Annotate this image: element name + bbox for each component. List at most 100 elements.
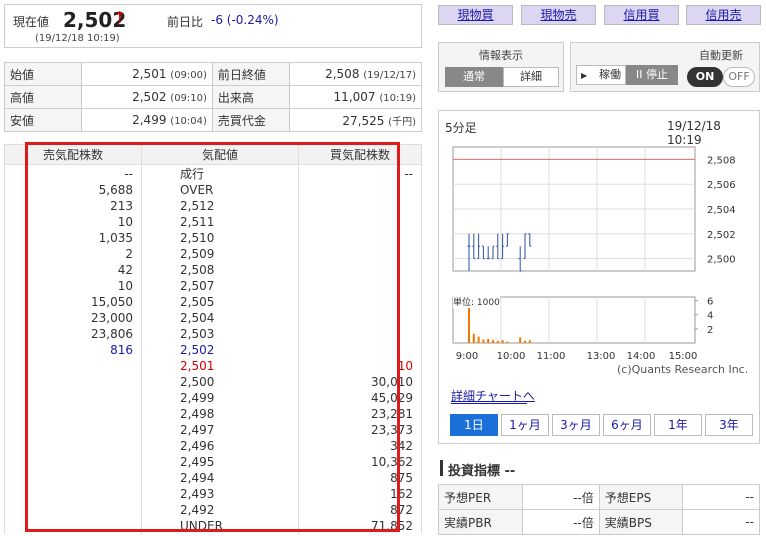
indicator-label: 予想EPS bbox=[598, 484, 684, 510]
price-tick-label: 2,502 bbox=[707, 230, 736, 241]
price-tick-label: 2,508 bbox=[707, 155, 736, 166]
detail-view-button[interactable]: 詳細 bbox=[503, 67, 559, 87]
time-tick-label: 10:00 bbox=[497, 351, 526, 362]
price-cell: 2,502 bbox=[141, 342, 299, 358]
indicator-label: 実績PBR bbox=[438, 509, 523, 535]
cash-buy-button[interactable]: 現物買 bbox=[438, 5, 513, 25]
price-cell: OVER bbox=[141, 182, 299, 198]
price-cell: 2,493 bbox=[141, 486, 299, 502]
table-row: 2,498 23,281 bbox=[4, 406, 422, 422]
price-cell: 2,507 bbox=[141, 278, 299, 294]
table-row: 5,688 OVER bbox=[4, 182, 422, 198]
period-1d-button[interactable]: 1日 bbox=[450, 414, 498, 436]
period-6m-button[interactable]: 6ヶ月 bbox=[603, 414, 651, 436]
table-row: 2,495 10,362 bbox=[4, 454, 422, 470]
volume-bar bbox=[496, 340, 499, 343]
buy-qty-cell: 23,373 bbox=[298, 422, 422, 438]
buy-qty-cell bbox=[298, 214, 422, 230]
buy-qty-cell: -- bbox=[298, 164, 422, 182]
chart-copyright: (c)Quants Research Inc. bbox=[617, 363, 749, 376]
sell-qty-cell: 23,806 bbox=[4, 326, 142, 342]
table-row: 816 2,502 bbox=[4, 342, 422, 358]
period-1m-button[interactable]: 1ヶ月 bbox=[501, 414, 549, 436]
quote-box: 現在値 2,502 ↑ 前日比 -6 (-0.24%) (19/12/18 10… bbox=[4, 4, 422, 48]
price-cell: 2,510 bbox=[141, 230, 299, 246]
price-tick-label: 2,500 bbox=[707, 255, 736, 266]
stats-row: 高値 2,502 (09:10) 出来高 11,007 (10:19) bbox=[3, 85, 423, 109]
margin-buy-button[interactable]: 信用買 bbox=[604, 5, 679, 25]
sell-qty-cell bbox=[4, 438, 142, 454]
sell-qty-cell: 10 bbox=[4, 278, 142, 294]
volume-bar bbox=[506, 341, 509, 343]
cash-sell-button[interactable]: 現物売 bbox=[521, 5, 596, 25]
buy-qty-cell: 10,362 bbox=[298, 454, 422, 470]
buy-qty-cell: 162 bbox=[298, 486, 422, 502]
table-row: 2,501 10 bbox=[4, 358, 422, 374]
table-row: 10 2,507 bbox=[4, 278, 422, 294]
buy-qty-cell bbox=[298, 294, 422, 310]
period-3m-button[interactable]: 3ヶ月 bbox=[552, 414, 600, 436]
price-cell: 2,509 bbox=[141, 246, 299, 262]
buy-qty-cell bbox=[298, 230, 422, 246]
stats-row: 安値 2,499 (10:04) 売買代金 27,525 (千円) bbox=[3, 108, 423, 132]
price-cell: 2,495 bbox=[141, 454, 299, 470]
table-row: 2,496 342 bbox=[4, 438, 422, 454]
sell-qty-cell bbox=[4, 358, 142, 374]
auto-refresh-title: 自動更新 bbox=[699, 49, 743, 62]
volume-bar bbox=[492, 340, 494, 343]
table-row: 213 2,512 bbox=[4, 198, 422, 214]
up-arrow-icon: ↑ bbox=[113, 8, 127, 27]
buy-qty-cell bbox=[298, 310, 422, 326]
price-cell: UNDER bbox=[141, 518, 299, 534]
stat-label: 始値 bbox=[3, 62, 83, 86]
stop-button[interactable]: II 停止 bbox=[626, 65, 678, 85]
play-icon: ▶ bbox=[581, 71, 588, 80]
sell-qty-cell bbox=[4, 486, 142, 502]
table-row: 1,035 2,510 bbox=[4, 230, 422, 246]
period-3y-button[interactable]: 3年 bbox=[705, 414, 753, 436]
price-cell: 2,512 bbox=[141, 198, 299, 214]
volume-bar bbox=[472, 333, 475, 343]
indicator-value: --倍 bbox=[521, 484, 600, 510]
table-row: -- 成行 -- bbox=[4, 164, 422, 182]
section-marker bbox=[440, 460, 443, 476]
auto-off-toggle[interactable]: OFF bbox=[723, 67, 755, 87]
buy-qty-cell: 872 bbox=[298, 502, 422, 518]
volume-bar bbox=[528, 340, 531, 343]
stats-row: 始値 2,501 (09:00) 前日終値 2,508 (19/12/17) bbox=[3, 62, 423, 86]
stat-value: 2,502 (09:10) bbox=[81, 85, 213, 109]
intraday-chart-panel: 5分足 19/12/18 10:19 2,508 2,506 2,504 2,502 2… bbox=[438, 110, 760, 444]
stat-value: 2,508 (19/12/17) bbox=[288, 62, 423, 86]
info-display-panel: 情報表示 通常 詳細 bbox=[438, 42, 564, 92]
detail-chart-link[interactable]: 詳細チャートへ bbox=[451, 387, 535, 404]
table-row: 2,494 875 bbox=[4, 470, 422, 486]
table-row: 2 2,509 bbox=[4, 246, 422, 262]
period-1y-button[interactable]: 1年 bbox=[654, 414, 702, 436]
buy-qty-cell: 10 bbox=[298, 358, 422, 374]
price-cell: 2,498 bbox=[141, 406, 299, 422]
info-display-title: 情報表示 bbox=[479, 49, 523, 62]
time-tick-label: 15:00 bbox=[669, 351, 698, 362]
stat-value: 2,499 (10:04) bbox=[81, 108, 213, 132]
table-row: 23,000 2,504 bbox=[4, 310, 422, 326]
price-cell: 2,504 bbox=[141, 310, 299, 326]
table-row: 2,492 872 bbox=[4, 502, 422, 518]
sell-qty-cell: 2 bbox=[4, 246, 142, 262]
table-row: 2,500 30,010 bbox=[4, 374, 422, 390]
sell-qty-cell: 42 bbox=[4, 262, 142, 278]
auto-on-toggle[interactable]: ON bbox=[687, 67, 723, 87]
volume-tick-label: 6 bbox=[707, 297, 713, 308]
volume-tick-label: 2 bbox=[707, 325, 713, 336]
sell-qty-cell bbox=[4, 406, 142, 422]
margin-sell-button[interactable]: 信用売 bbox=[686, 5, 761, 25]
table-row: 2,497 23,373 bbox=[4, 422, 422, 438]
sell-qty-cell: 1,035 bbox=[4, 230, 142, 246]
volume-bar bbox=[482, 339, 485, 343]
buy-qty-cell bbox=[298, 326, 422, 342]
sell-qty-cell bbox=[4, 374, 142, 390]
change-value: -6 (-0.24%) bbox=[211, 13, 279, 27]
sell-qty-cell: 10 bbox=[4, 214, 142, 230]
normal-view-button[interactable]: 通常 bbox=[445, 67, 503, 87]
volume-bar bbox=[501, 340, 504, 343]
sell-qty-cell: 816 bbox=[4, 342, 142, 358]
